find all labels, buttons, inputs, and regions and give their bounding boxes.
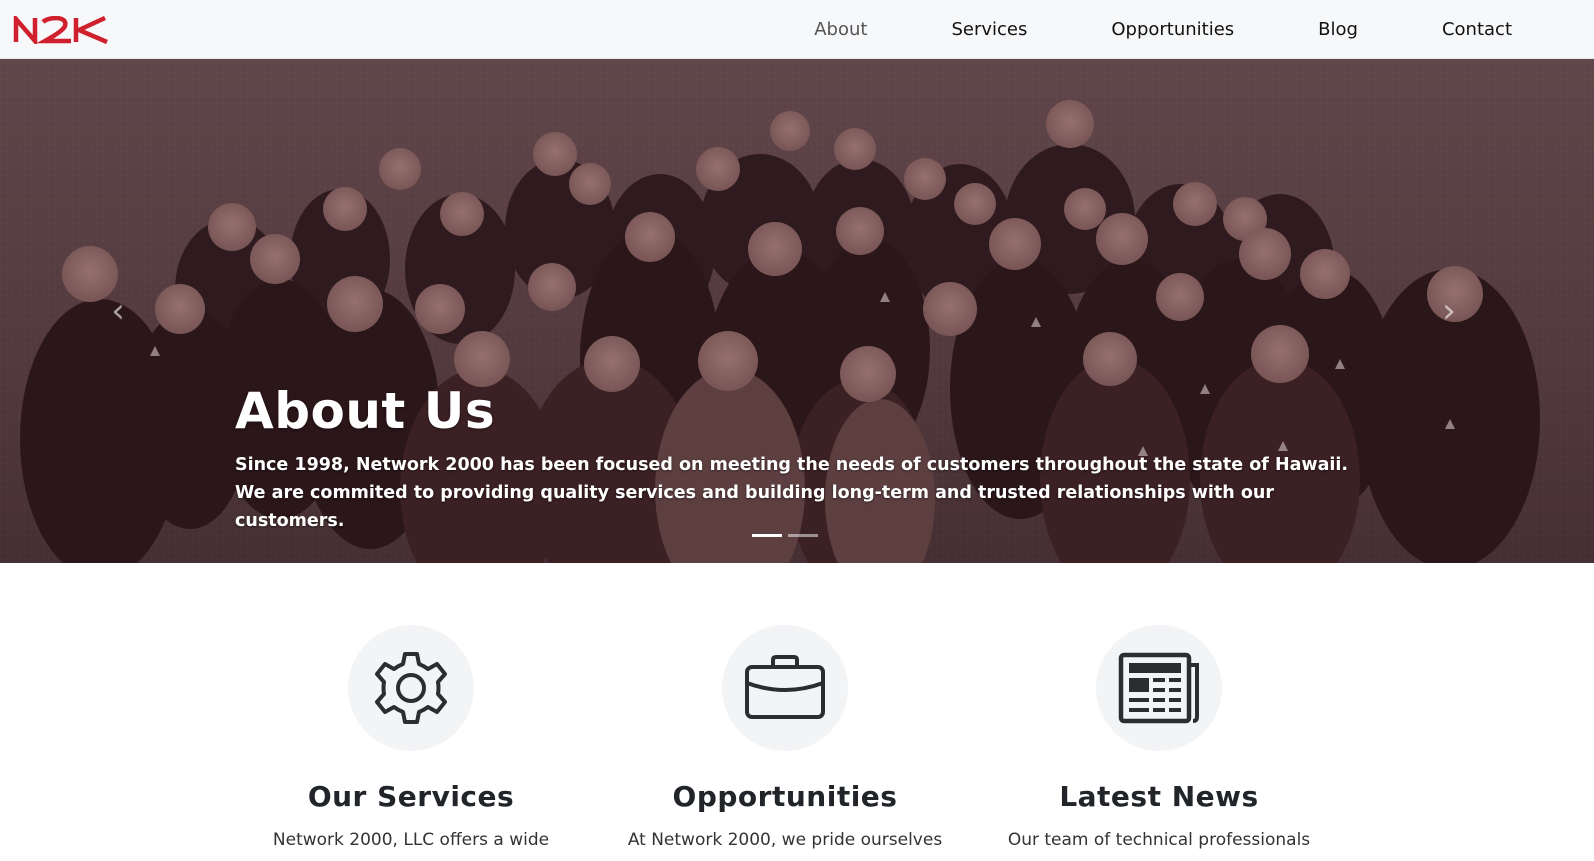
briefcase-icon	[745, 655, 825, 719]
feature-icon-circle	[722, 625, 848, 751]
carousel-next-button[interactable]: ›	[1434, 291, 1464, 331]
chevron-right-icon: ›	[1442, 291, 1456, 331]
feature-text: At Network 2000, we pride ourselves	[627, 830, 943, 850]
carousel-indicators	[752, 534, 818, 537]
features-section: Our Services Network 2000, LLC offers a …	[0, 563, 1594, 861]
feature-icon-circle	[348, 625, 474, 751]
n2k-logo-icon	[13, 16, 108, 44]
carousel-prev-button[interactable]: ‹	[103, 291, 133, 331]
feature-news: Latest News Our team of technical profes…	[979, 625, 1339, 853]
gear-icon	[375, 652, 447, 724]
feature-icon-circle	[1096, 625, 1222, 751]
feature-text: Our team of technical professionals	[1007, 830, 1311, 850]
chevron-left-icon: ‹	[111, 291, 125, 331]
nav-link-blog[interactable]: Blog	[1276, 0, 1400, 59]
hero-description: Since 1998, Network 2000 has been focuse…	[235, 455, 1349, 531]
main-nav: About Services Opportunities Blog Contac…	[772, 0, 1594, 59]
nav-link-about[interactable]: About	[772, 0, 909, 59]
hero-caption: About Us Since 1998, Network 2000 has be…	[235, 381, 1375, 535]
feature-services: Our Services Network 2000, LLC offers a …	[231, 625, 591, 853]
carousel-indicator-1[interactable]	[752, 534, 782, 537]
hero-carousel: ‹ › About Us Since 1998, Network 2000 ha…	[0, 59, 1594, 563]
top-navbar: About Services Opportunities Blog Contac…	[0, 0, 1594, 59]
hero-title: About Us	[235, 382, 496, 440]
feature-text: Network 2000, LLC offers a wide	[272, 830, 550, 850]
feature-opportunities: Opportunities At Network 2000, we pride …	[605, 625, 965, 853]
nav-link-services[interactable]: Services	[909, 0, 1069, 59]
feature-title: Opportunities	[672, 780, 898, 813]
feature-title: Latest News	[1059, 780, 1259, 813]
nav-link-contact[interactable]: Contact	[1400, 0, 1594, 59]
brand-logo[interactable]	[13, 16, 109, 44]
feature-title: Our Services	[307, 780, 515, 813]
carousel-indicator-2[interactable]	[788, 534, 818, 537]
newspaper-icon	[1118, 652, 1199, 724]
nav-link-opportunities[interactable]: Opportunities	[1069, 0, 1276, 59]
